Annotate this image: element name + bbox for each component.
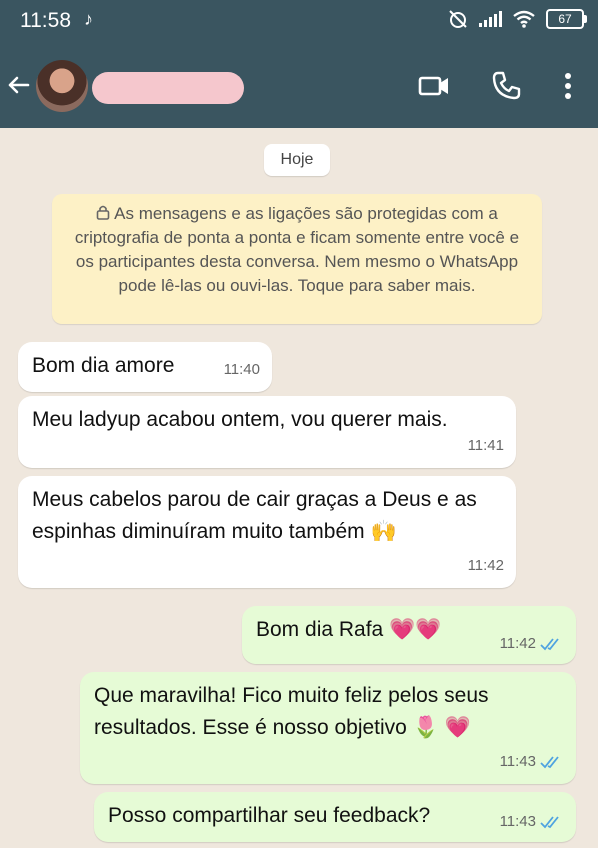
signal-icon <box>479 11 502 27</box>
muted-alarm-icon <box>449 10 467 28</box>
message-bubble-incoming[interactable]: Meu ladyup acabou ontem, vou querer mais… <box>18 396 516 468</box>
day-separator: Hoje <box>264 144 330 176</box>
read-receipt-icon <box>540 816 559 829</box>
message-time: 11:42 <box>499 635 536 652</box>
video-call-icon[interactable] <box>418 70 450 102</box>
chat-area[interactable]: Hoje As mensagens e as ligações são prot… <box>0 128 598 848</box>
battery-icon: 67 <box>546 9 587 29</box>
message-time: 11:42 <box>467 557 504 574</box>
status-bar: 11:58 ♪ 67 <box>0 0 598 42</box>
tiktok-icon: ♪ <box>84 9 93 29</box>
message-time: 11:40 <box>223 361 260 378</box>
message-time: 11:43 <box>499 753 536 770</box>
encryption-notice[interactable]: As mensagens e as ligações são protegida… <box>52 194 542 324</box>
message-bubble-outgoing[interactable]: Que maravilha! Fico muito feliz pelos se… <box>80 672 576 784</box>
message-time: 11:41 <box>467 437 504 454</box>
back-arrow-icon[interactable] <box>4 70 34 100</box>
message-bubble-incoming[interactable]: Bom dia amore 11:40 <box>18 342 272 392</box>
message-text: Que maravilha! Fico muito feliz pelos se… <box>94 684 489 739</box>
contact-name-redacted[interactable] <box>92 72 244 104</box>
message-text: Meus cabelos parou de cair graças a Deus… <box>32 488 477 543</box>
message-bubble-outgoing[interactable]: Bom dia Rafa 💗💗 11:42 <box>242 606 576 664</box>
message-bubble-incoming[interactable]: Meus cabelos parou de cair graças a Deus… <box>18 476 516 588</box>
read-receipt-icon <box>540 638 559 651</box>
message-time: 11:43 <box>499 813 536 830</box>
lock-icon <box>96 205 110 220</box>
chat-header <box>0 42 598 128</box>
wifi-icon <box>513 10 535 28</box>
more-vertical-icon[interactable] <box>552 70 584 102</box>
message-text: Posso compartilhar seu feedback? <box>108 804 431 827</box>
phone-icon[interactable] <box>490 70 522 102</box>
encryption-notice-text: As mensagens e as ligações são protegida… <box>74 204 520 295</box>
message-text: Meu ladyup acabou ontem, vou querer mais… <box>32 408 448 431</box>
message-bubble-outgoing[interactable]: Posso compartilhar seu feedback? 11:43 <box>94 792 576 842</box>
status-time: 11:58 <box>20 9 71 32</box>
battery-level: 67 <box>558 12 572 26</box>
contact-avatar[interactable] <box>36 60 88 112</box>
read-receipt-icon <box>540 756 559 769</box>
